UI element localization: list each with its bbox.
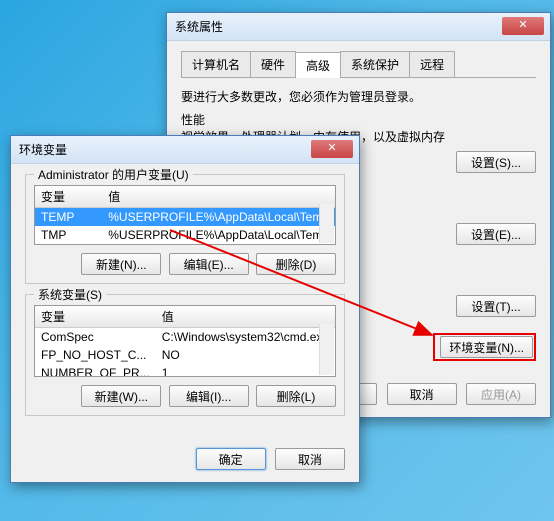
user-vars-label: Administrator 的用户变量(U) — [34, 166, 193, 183]
scrollbar[interactable] — [319, 324, 334, 375]
env-ok-button[interactable]: 确定 — [196, 448, 266, 470]
table-row[interactable]: FP_NO_HOST_C...NO — [35, 346, 335, 364]
sys-vars-label: 系统变量(S) — [34, 286, 106, 303]
tab-sysprotect[interactable]: 系统保护 — [340, 51, 410, 77]
close-icon[interactable]: ✕ — [311, 140, 353, 158]
col-var[interactable]: 变量 — [35, 186, 102, 208]
sys-tabs: 计算机名 硬件 高级 系统保护 远程 — [181, 51, 536, 78]
perf-settings-button[interactable]: 设置(S)... — [456, 151, 536, 173]
profile-settings-button[interactable]: 设置(E)... — [456, 223, 536, 245]
tab-hardware[interactable]: 硬件 — [250, 51, 296, 77]
sys-new-button[interactable]: 新建(W)... — [81, 385, 161, 407]
close-icon[interactable]: ✕ — [502, 17, 544, 35]
env-vars-button[interactable]: 环境变量(N)... — [440, 336, 533, 358]
table-row[interactable]: TMP %USERPROFILE%\AppData\Local\Temp — [35, 226, 335, 244]
user-edit-button[interactable]: 编辑(E)... — [169, 253, 249, 275]
col-var[interactable]: 变量 — [35, 306, 156, 328]
advanced-intro: 要进行大多数更改，您必须作为管理员登录。 — [181, 88, 536, 105]
scrollbar[interactable] — [319, 204, 334, 243]
sys-title: 系统属性 — [175, 20, 223, 34]
perf-heading: 性能 — [181, 111, 536, 128]
col-val[interactable]: 值 — [156, 306, 335, 328]
sys-apply-button[interactable]: 应用(A) — [466, 383, 536, 405]
sys-vars-table[interactable]: 变量 值 ComSpecC:\Windows\system32\cmd.exe … — [34, 305, 336, 377]
user-delete-button[interactable]: 删除(D) — [256, 253, 336, 275]
sys-title-bar: 系统属性 ✕ — [167, 13, 550, 41]
env-vars-dialog: 环境变量 ✕ Administrator 的用户变量(U) 变量 值 TEMP … — [10, 135, 360, 483]
env-title-bar: 环境变量 ✕ — [11, 136, 359, 164]
sys-delete-button[interactable]: 删除(L) — [256, 385, 336, 407]
col-val[interactable]: 值 — [102, 186, 335, 208]
tab-remote[interactable]: 远程 — [409, 51, 455, 77]
annotation-highlight: 环境变量(N)... — [433, 333, 536, 361]
sys-vars-group: 系统变量(S) 变量 值 ComSpecC:\Windows\system32\… — [25, 294, 345, 416]
sys-edit-button[interactable]: 编辑(I)... — [169, 385, 249, 407]
user-new-button[interactable]: 新建(N)... — [81, 253, 161, 275]
startup-settings-button[interactable]: 设置(T)... — [456, 295, 536, 317]
tab-advanced[interactable]: 高级 — [295, 52, 341, 78]
user-vars-table[interactable]: 变量 值 TEMP %USERPROFILE%\AppData\Local\Te… — [34, 185, 336, 245]
table-row[interactable]: TEMP %USERPROFILE%\AppData\Local\Temp — [35, 208, 335, 227]
env-cancel-button[interactable]: 取消 — [275, 448, 345, 470]
tab-computername[interactable]: 计算机名 — [181, 51, 251, 77]
user-vars-group: Administrator 的用户变量(U) 变量 值 TEMP %USERPR… — [25, 174, 345, 284]
table-row[interactable]: NUMBER_OF_PR...1 — [35, 364, 335, 377]
sys-cancel-button[interactable]: 取消 — [387, 383, 457, 405]
env-title: 环境变量 — [19, 143, 67, 157]
table-row[interactable]: ComSpecC:\Windows\system32\cmd.exe — [35, 328, 335, 347]
